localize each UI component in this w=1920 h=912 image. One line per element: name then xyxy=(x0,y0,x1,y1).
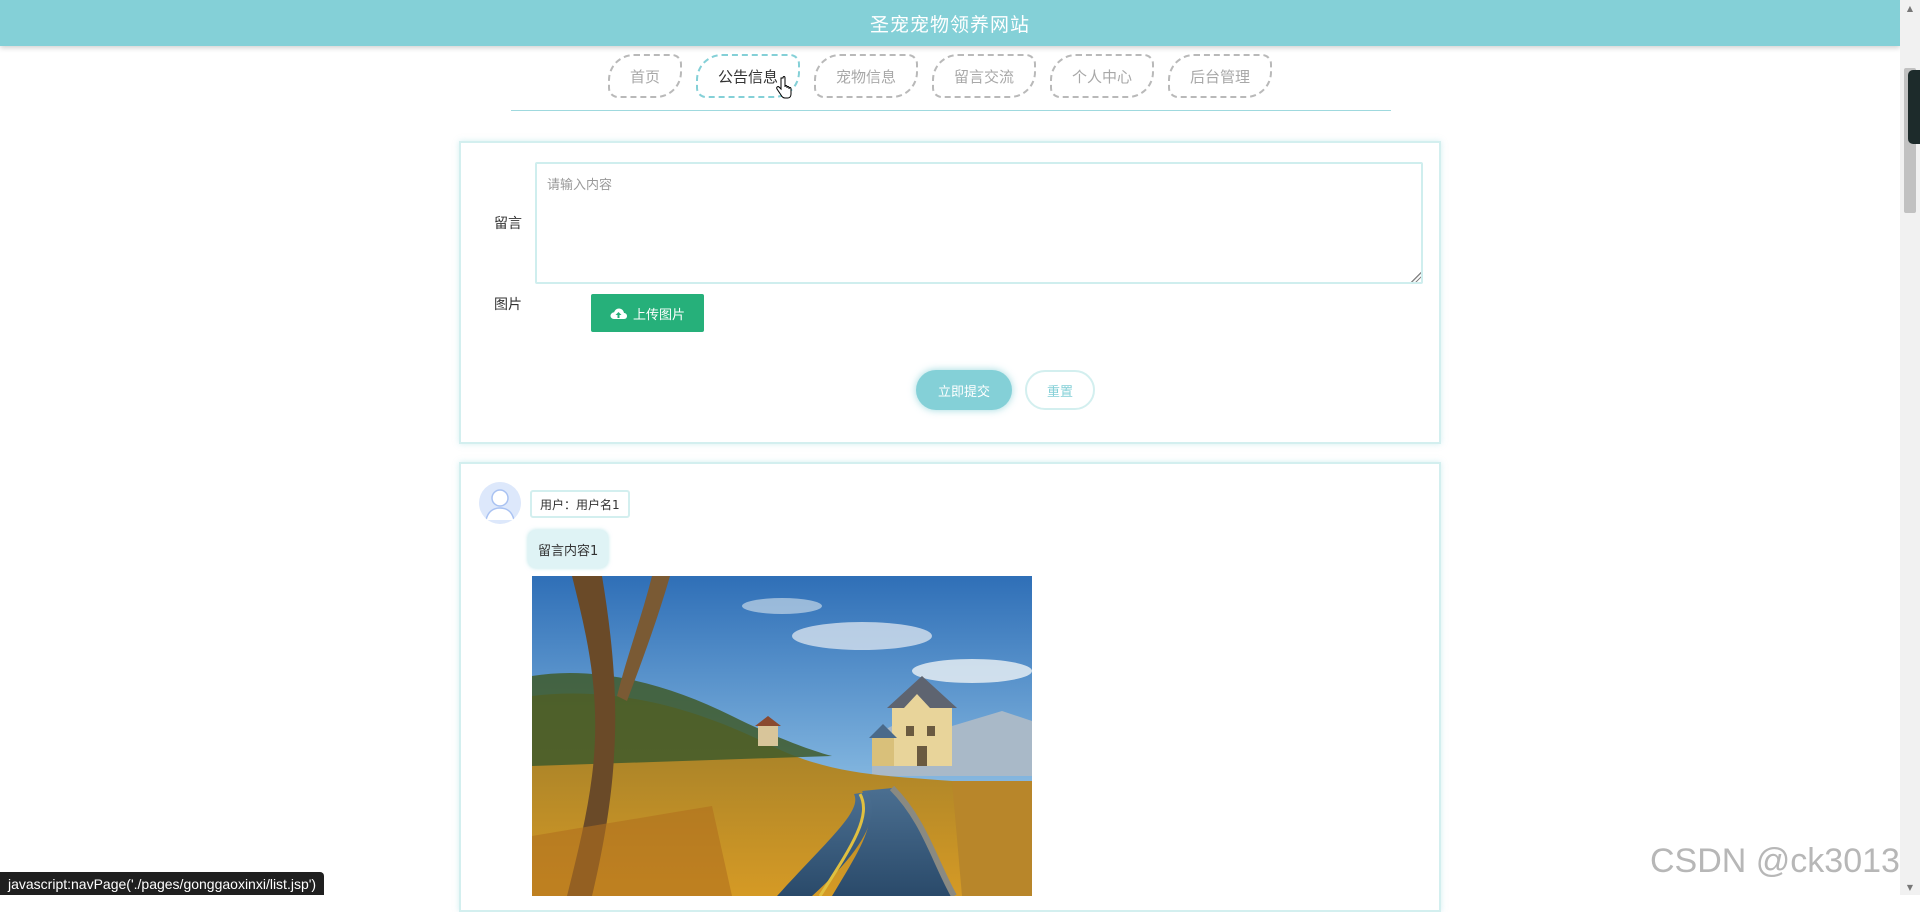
hand-cursor-icon xyxy=(776,76,792,99)
message-user: 用户：用户名1 xyxy=(530,490,630,518)
message-textarea[interactable] xyxy=(535,162,1423,284)
upload-image-label: 上传图片 xyxy=(632,306,685,322)
submit-button[interactable]: 立即提交 xyxy=(916,370,1012,410)
site-title: 圣宠宠物领养网站 xyxy=(869,13,1030,36)
message-label: 留言 xyxy=(494,216,522,232)
message-list: 用户：用户名1 留言内容1 xyxy=(459,462,1441,912)
avatar xyxy=(479,482,521,524)
nav-divider xyxy=(511,110,1391,111)
site-header: 圣宠宠物领养网站 xyxy=(0,0,1900,46)
message-photo xyxy=(532,576,1032,896)
landscape-photo xyxy=(532,576,1032,896)
nav-item-pets[interactable]: 宠物信息 xyxy=(813,54,918,98)
scroll-up-icon[interactable]: ▲ xyxy=(1900,0,1920,16)
side-widget[interactable] xyxy=(1908,70,1920,144)
image-label: 图片 xyxy=(494,297,522,313)
nav-item-messages[interactable]: 留言交流 xyxy=(932,54,1037,98)
user-avatar-icon xyxy=(479,482,521,524)
nav-item-home[interactable]: 首页 xyxy=(607,54,682,98)
message-form: 留言 图片 上传图片 立即提交 重置 xyxy=(459,141,1441,444)
message-content: 留言内容1 xyxy=(528,530,609,568)
cloud-upload-icon xyxy=(610,308,627,319)
nav-item-admin[interactable]: 后台管理 xyxy=(1168,54,1273,98)
scroll-down-icon[interactable]: ▼ xyxy=(1900,879,1920,895)
main-nav: 首页 公告信息 宠物信息 留言交流 个人中心 后台管理 xyxy=(0,54,1880,102)
upload-image-button[interactable]: 上传图片 xyxy=(591,294,704,332)
status-bar: javascript:navPage('./pages/gonggaoxinxi… xyxy=(0,872,325,895)
resize-grip-icon[interactable] xyxy=(1411,272,1421,282)
watermark: CSDN @ck3013 xyxy=(1650,842,1900,880)
nav-item-profile[interactable]: 个人中心 xyxy=(1050,54,1155,98)
reset-button[interactable]: 重置 xyxy=(1025,370,1095,410)
